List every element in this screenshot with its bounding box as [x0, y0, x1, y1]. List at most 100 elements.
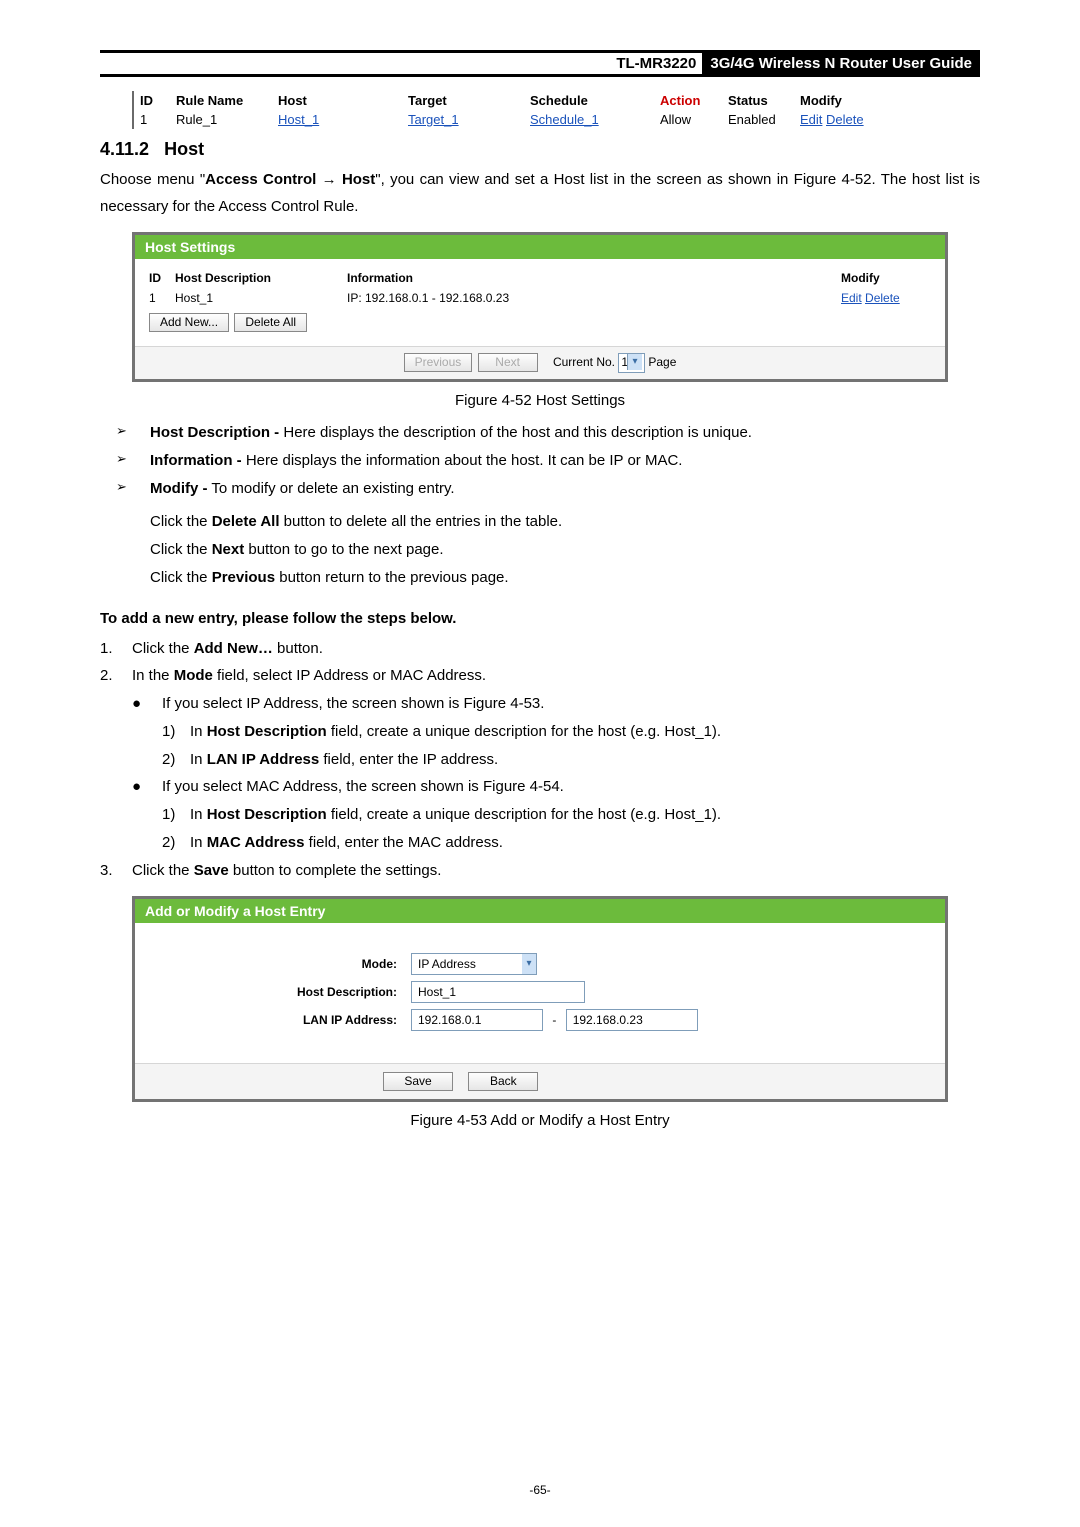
lan-ip-label: LAN IP Address:: [249, 1013, 411, 1027]
add-host-figure: Add or Modify a Host Entry Mode: IP Addr…: [132, 896, 948, 1102]
back-button[interactable]: Back: [468, 1072, 538, 1091]
mode-value: IP Address: [418, 957, 476, 971]
disc-1-text: If you select IP Address, the screen sho…: [162, 690, 980, 718]
host-desc-label: Host Description:: [249, 985, 411, 999]
rule-row: 1 Rule_1 Host_1 Target_1 Schedule_1 Allo…: [134, 110, 948, 129]
add-new-button[interactable]: Add New...: [149, 313, 229, 332]
host-hdr-info: Information: [347, 271, 841, 285]
host-settings-figure: Host Settings ID Host Description Inform…: [132, 232, 948, 382]
sub-1-c: button to delete all the entries in the …: [280, 513, 563, 530]
delete-all-button[interactable]: Delete All: [234, 313, 307, 332]
subnum-2-2: 2): [162, 829, 190, 857]
pager: Previous Next Current No. 1▾ Page: [135, 346, 945, 379]
rule-header-status: Status: [722, 91, 794, 110]
step-1-a: Click the: [132, 640, 194, 657]
disc-icon: ●: [132, 773, 162, 801]
host-info: IP: 192.168.0.1 - 192.168.0.23: [347, 291, 841, 305]
rule-table: ID Rule Name Host Target Schedule Action…: [132, 91, 948, 129]
rule-header-action: Action: [654, 91, 722, 110]
rule-schedule-link[interactable]: Schedule_1: [530, 112, 599, 127]
step-1-c: button.: [273, 640, 323, 657]
host-hdr-desc: Host Description: [175, 271, 347, 285]
rule-header-id: ID: [134, 91, 170, 110]
d2s2c: field, enter the MAC address.: [304, 834, 502, 851]
add-host-caption: Figure 4-53 Add or Modify a Host Entry: [100, 1112, 980, 1129]
d1s2b: LAN IP Address: [207, 751, 320, 768]
rule-edit-link[interactable]: Edit: [800, 112, 822, 127]
d2s1c: field, create a unique description for t…: [327, 806, 721, 823]
page-number: -65-: [0, 1483, 1080, 1497]
d1s2a: In: [190, 751, 207, 768]
d2s2b: MAC Address: [207, 834, 305, 851]
step-2-num: 2.: [100, 662, 132, 690]
d1s1a: In: [190, 723, 207, 740]
rule-delete-link[interactable]: Delete: [826, 112, 864, 127]
add-host-title: Add or Modify a Host Entry: [135, 899, 945, 923]
host-delete-link[interactable]: Delete: [865, 291, 900, 305]
host-settings-title: Host Settings: [135, 235, 945, 259]
step-2-b: Mode: [174, 667, 213, 684]
description-list: ➢Host Description - Here displays the de…: [116, 419, 980, 502]
rule-status: Enabled: [722, 110, 794, 129]
sub-3-a: Click the: [150, 569, 212, 586]
sub-1-a: Click the: [150, 513, 212, 530]
arrow-icon: →: [316, 171, 342, 188]
step-3-c: button to complete the settings.: [229, 862, 442, 879]
rule-target-link[interactable]: Target_1: [408, 112, 459, 127]
previous-button[interactable]: Previous: [404, 353, 473, 372]
section-number: 4.11.2: [100, 139, 149, 159]
d2s1b: Host Description: [207, 806, 327, 823]
rule-header-host: Host: [272, 91, 402, 110]
section-title: Host: [164, 139, 204, 159]
d1s1b: Host Description: [207, 723, 327, 740]
step-2-a: In the: [132, 667, 174, 684]
step-3-a: Click the: [132, 862, 194, 879]
save-button[interactable]: Save: [383, 1072, 453, 1091]
host-row: 1 Host_1 IP: 192.168.0.1 - 192.168.0.23 …: [149, 291, 931, 305]
sub-3-b: Previous: [212, 569, 275, 586]
rule-header-schedule: Schedule: [524, 91, 654, 110]
sub-2-a: Click the: [150, 541, 212, 558]
sub-2-c: button to go to the next page.: [244, 541, 443, 558]
bullet-2-head: Information -: [150, 452, 242, 469]
next-button[interactable]: Next: [478, 353, 538, 372]
ip-from-input[interactable]: 192.168.0.1: [411, 1009, 543, 1031]
bullet-3-head: Modify -: [150, 480, 208, 497]
bullet-3-text: To modify or delete an existing entry.: [208, 480, 455, 497]
d1s1c: field, create a unique description for t…: [327, 723, 721, 740]
intro-text: Choose menu ": [100, 171, 205, 188]
bullet-1-head: Host Description -: [150, 424, 279, 441]
bullet-1-text: Here displays the description of the hos…: [279, 424, 752, 441]
page-label: Page: [648, 355, 676, 369]
host-hdr-modify: Modify: [841, 271, 931, 285]
page-header: TL-MR3220 3G/4G Wireless N Router User G…: [100, 53, 980, 77]
step-2-c: field, select IP Address or MAC Address.: [213, 667, 486, 684]
step-1-num: 1.: [100, 635, 132, 663]
subnum-1-2: 2): [162, 746, 190, 774]
d2s1a: In: [190, 806, 207, 823]
d2s2a: In: [190, 834, 207, 851]
rule-header-target: Target: [402, 91, 524, 110]
sub-1-b: Delete All: [212, 513, 280, 530]
disc-2-text: If you select MAC Address, the screen sh…: [162, 773, 980, 801]
intro-bold-ac: Access Control: [205, 171, 316, 188]
bullet-icon: ➢: [116, 419, 150, 447]
page-select[interactable]: 1▾: [618, 353, 645, 373]
ip-dash: -: [546, 1013, 562, 1027]
host-hdr-id: ID: [149, 271, 175, 285]
ip-to-input[interactable]: 192.168.0.23: [566, 1009, 698, 1031]
rule-host-link[interactable]: Host_1: [278, 112, 319, 127]
host-desc-input[interactable]: Host_1: [411, 981, 585, 1003]
steps-heading: To add a new entry, please follow the st…: [100, 610, 980, 627]
host-edit-link[interactable]: Edit: [841, 291, 862, 305]
chevron-down-icon: ▾: [627, 354, 642, 370]
host-desc: Host_1: [175, 291, 347, 305]
step-1-b: Add New…: [194, 640, 273, 657]
subnum-2-1: 1): [162, 801, 190, 829]
intro-bold-host: Host: [342, 171, 375, 188]
mode-select[interactable]: IP Address: [411, 953, 523, 975]
bullet-icon: ➢: [116, 475, 150, 503]
step-3-num: 3.: [100, 857, 132, 885]
sub-3-c: button return to the previous page.: [275, 569, 509, 586]
rule-name: Rule_1: [170, 110, 272, 129]
